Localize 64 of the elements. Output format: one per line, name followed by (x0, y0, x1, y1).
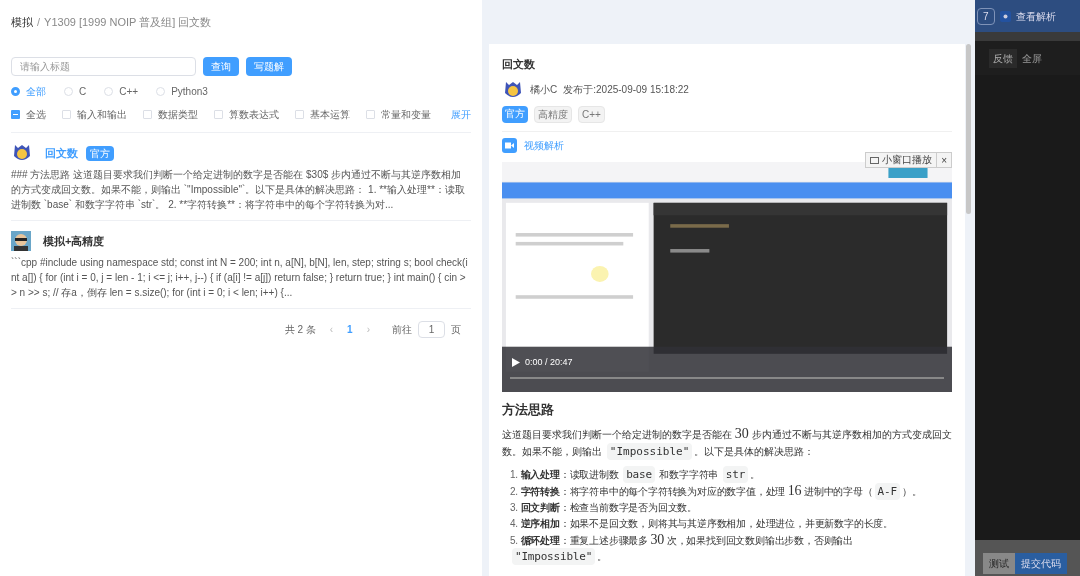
publish-time: 发布于:2025-09-09 15:18:22 (563, 83, 689, 97)
query-button[interactable]: 查询 (203, 57, 239, 76)
fullscreen-button[interactable]: 全屏 (1022, 50, 1042, 66)
breadcrumb-separator: / (37, 14, 41, 30)
solution-title[interactable]: 回文数 (45, 144, 78, 162)
checkbox-label: 算数表达式 (229, 107, 279, 122)
feedback-button[interactable]: 反馈 (989, 48, 1017, 68)
tag: 高精度 (534, 105, 572, 123)
tag: C++ (578, 105, 605, 123)
tag: 官方 (502, 105, 528, 123)
section-heading: 方法思路 (502, 401, 555, 419)
checkbox[interactable] (143, 109, 152, 119)
author-name: 橘小C (530, 83, 558, 97)
checkbox-label: 全选 (26, 107, 46, 122)
total-count: 共 2 条 (284, 323, 316, 337)
tv-icon (870, 155, 880, 164)
checkbox[interactable] (295, 109, 304, 119)
video-analysis-link[interactable]: 视频解析 (524, 138, 564, 153)
official-badge: 官方 (86, 145, 114, 161)
breadcrumb-link[interactable]: 模拟 (11, 13, 33, 31)
radio-label: C (79, 84, 87, 99)
play-icon[interactable] (512, 358, 520, 368)
close-button[interactable]: × (936, 152, 951, 167)
analysis-icon (999, 10, 1011, 22)
step-item: 1. 输入处理：读取进制数 base 和数字字符串 str 。 (510, 467, 761, 484)
step-item: 4. 逆序相加：如果不是回文数，则将其与其逆序数相加，处理进位，并更新数字的长度。 (510, 517, 894, 532)
checkbox-label: 数据类型 (158, 107, 198, 122)
expand-link[interactable]: 展开 (451, 106, 471, 122)
checkbox-label: 常量和变量 (381, 107, 431, 122)
page-unit: 页 (451, 323, 461, 337)
checkbox[interactable] (366, 109, 375, 119)
search-field[interactable]: 请输入标题 (11, 57, 196, 76)
detail-title: 回文数 (502, 57, 536, 72)
avatar-icon (11, 231, 31, 251)
page-button[interactable]: 7 (977, 7, 995, 25)
write-solution-button[interactable]: 写题解 (246, 57, 292, 76)
video-time: 0:00 / 20:47 (525, 356, 573, 369)
view-analysis-button[interactable]: 查看解析 (1015, 8, 1056, 24)
radio-button[interactable] (11, 86, 20, 96)
page-number[interactable]: 1 (347, 322, 353, 337)
radio-label: Python3 (171, 84, 208, 99)
page-field[interactable]: 1 (418, 321, 445, 338)
code-editor-area[interactable] (975, 75, 1080, 540)
checkbox-label: 基本运算 (310, 107, 350, 122)
step-item: 2. 字符转换：将字符串中的每个字符转换为对应的数字值，处理 16 进制中的字母（ A-F ）。 (510, 483, 923, 501)
checkbox[interactable] (11, 109, 20, 119)
video-icon (502, 138, 517, 153)
intro-paragraph: 这道题目要求我们判断一个给定进制的数字是否能在 30 步内通过不断与其逆序数相加的方式变成回文数。如果不能，则输出 "Impossible" 。以下是具体的解决思路： (502, 425, 952, 461)
step-item: 5. 循环处理：重复上述步骤最多 30 次，如果找到回文数则输出步数，否则输出 "Impossible" 。 (510, 532, 854, 566)
goto-label: 前往 (392, 323, 412, 337)
solution-title[interactable]: 模拟+高精度 (43, 232, 105, 250)
radio-label: 全部 (26, 84, 46, 99)
step-item: 3. 回文判断：检查当前数字是否为回文数。 (510, 501, 698, 516)
submit-code-button[interactable]: 提交代码 (1015, 553, 1067, 574)
radio-label: C++ (119, 84, 139, 99)
breadcrumb-current: Y1309 [1999 NOIP 普及组] 回文数 (44, 14, 212, 30)
test-button[interactable]: 测试 (983, 553, 1015, 574)
checkbox-label: 输入和输出 (77, 107, 127, 122)
solution-excerpt: ### 方法思路 这道题目要求我们判断一个给定进制的数字是否能在 $30$ 步内通过不断与其逆序数相加的方式变成回文数。如果不能，则输出 `"Impossible"`。以下是具体的解决思路： 1. **输入处理**：读取进制数 `base` 和数字字符串 `str`。 2. **字符转换**：将字符串中的每个字符转换为对... (11, 168, 466, 212)
solution-excerpt: ```cpp #include using namespace std; const int N = 200; int n, a[N], b[N], len, step; string s; bool check(int a[]) { for (int i = 0, j = len - 1; i <= j; i++, j--) { if (a[i] != a[j]) return false; } return true; } int main() { cin >> n >> s; // 存a，倒存 len = s.size(); for (int i = 0; i < len; i++) {... (11, 256, 469, 300)
checkbox[interactable] (62, 109, 71, 119)
mini-player-button[interactable]: 小窗口播放 (866, 152, 937, 167)
video-progress-track[interactable] (510, 376, 944, 379)
checkbox[interactable] (214, 109, 223, 119)
